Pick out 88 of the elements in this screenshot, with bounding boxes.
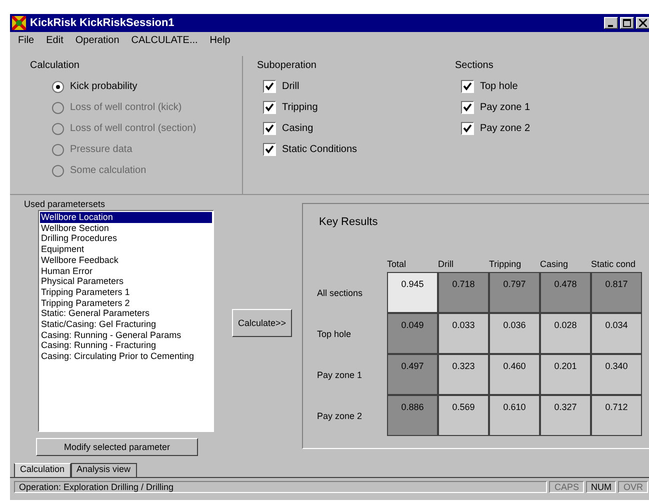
checkbox-label: Pay zone 1 [480, 102, 530, 113]
group-title: Sections [455, 60, 494, 71]
status-indicator: CAPS [549, 481, 584, 493]
tab[interactable]: Analysis view [70, 463, 137, 477]
checkbox[interactable] [263, 101, 276, 114]
row-header: Top hole [317, 328, 352, 338]
menu-item[interactable]: CALCULATE... [131, 35, 198, 49]
result-cell: 0.797 [489, 272, 540, 313]
list-item[interactable]: Static: General Parameters [40, 308, 212, 320]
result-cell: 0.817 [591, 272, 642, 313]
close-button[interactable] [636, 17, 649, 29]
maximize-button[interactable] [620, 17, 634, 29]
panel-title: Key Results [319, 216, 378, 228]
menu-item[interactable]: Edit [46, 35, 64, 49]
menu-item[interactable]: Help [210, 35, 230, 49]
list-item[interactable]: Tripping Parameters 1 [40, 286, 212, 298]
maximize-icon [623, 19, 631, 27]
radio-label: Loss of well control (section) [70, 123, 196, 134]
result-cell: 0.036 [489, 313, 540, 354]
column-header: Casing [540, 259, 570, 271]
modify-button[interactable]: Modify selected parameter [36, 438, 198, 456]
list-item[interactable]: Wellbore Location [40, 212, 212, 223]
menu-item[interactable]: File [18, 35, 34, 49]
result-cell: 0.497 [387, 354, 438, 395]
checkbox-label: Static Conditions [282, 144, 358, 155]
result-cell: 0.945 [387, 272, 438, 313]
result-cell: 0.569 [438, 395, 489, 436]
checkbox[interactable] [263, 143, 276, 156]
result-cell: 0.460 [489, 354, 540, 395]
list-item[interactable]: Physical Parameters [40, 276, 212, 287]
radio-label: Some calculation [70, 165, 146, 176]
tab[interactable]: Calculation [14, 463, 71, 477]
checkbox-label: Pay zone 2 [480, 123, 530, 134]
list-item[interactable]: Equipment [40, 244, 212, 255]
checkbox-label: Drill [282, 81, 300, 92]
list-item[interactable]: Tripping Parameters 2 [40, 298, 212, 308]
group-title: Calculation [30, 60, 80, 71]
app-icon [12, 16, 26, 30]
checkbox[interactable] [263, 122, 276, 135]
result-cell: 0.323 [438, 354, 489, 395]
list-item[interactable]: Wellbore Feedback [40, 254, 212, 266]
group-title: Suboperation [257, 60, 318, 71]
checkbox[interactable] [461, 122, 474, 135]
checkbox[interactable] [263, 80, 276, 93]
result-cell: 0.201 [540, 354, 591, 395]
status-indicator: NUM [586, 481, 616, 493]
result-cell: 0.610 [489, 395, 540, 436]
group-title: Used parametersets [24, 199, 106, 210]
list-item[interactable]: Casing: Running - General Params [40, 330, 212, 340]
list-item[interactable]: Wellbore Section [40, 222, 212, 234]
list-item[interactable]: Casing: Circulating Prior to Cementing [40, 351, 212, 362]
list-item[interactable]: Casing: Running - Fracturing [40, 340, 212, 352]
row-header: All sections [317, 288, 364, 298]
result-cell: 0.049 [387, 313, 438, 354]
list-item[interactable]: Human Error [40, 266, 212, 276]
column-header: Total [387, 259, 408, 271]
radio-label: Pressure data [70, 144, 132, 155]
result-cell: 0.327 [540, 395, 591, 436]
menu-item[interactable]: Operation [75, 35, 120, 49]
checkbox[interactable] [461, 80, 474, 93]
result-cell: 0.028 [540, 313, 591, 354]
calculate-button[interactable]: Calculate>> [232, 309, 292, 337]
result-cell: 0.712 [591, 395, 642, 436]
checkbox-label: Casing [282, 123, 314, 134]
status-text: Operation: Exploration Drilling / Drilling [14, 481, 548, 493]
result-cell: 0.886 [387, 395, 438, 436]
result-cell: 0.034 [591, 313, 642, 354]
checkbox[interactable] [461, 101, 474, 114]
column-header: Tripping [489, 259, 522, 271]
window-title: KickRisk KickRiskSession1 [30, 17, 174, 29]
result-cell: 0.478 [540, 272, 591, 313]
column-header: Static cond [591, 259, 637, 271]
checkbox-label: Top hole [480, 81, 518, 92]
list-item[interactable]: Drilling Procedures [40, 233, 212, 244]
close-icon [639, 19, 647, 27]
checkbox-label: Tripping [282, 102, 318, 113]
minimize-button[interactable] [604, 17, 618, 29]
result-cell: 0.340 [591, 354, 642, 395]
row-header: Pay zone 1 [317, 370, 364, 380]
row-header: Pay zone 2 [317, 410, 364, 420]
radio-label: Loss of well control (kick) [70, 102, 182, 113]
column-header: Drill [438, 259, 454, 271]
result-cell: 0.718 [438, 272, 489, 313]
radio-button[interactable] [52, 80, 64, 92]
status-indicator: OVR [618, 481, 648, 493]
result-cell: 0.033 [438, 313, 489, 354]
radio-label: Kick probability [70, 81, 138, 92]
list-item[interactable]: Static/Casing: Gel Fracturing [40, 319, 212, 330]
